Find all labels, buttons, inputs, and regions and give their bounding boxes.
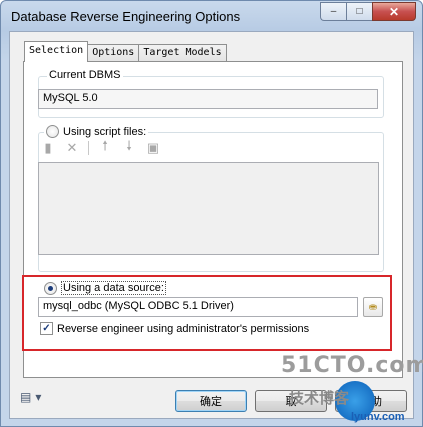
caption-buttons: – □ ✕ bbox=[320, 2, 416, 22]
delete-icon[interactable]: ✕ bbox=[64, 140, 80, 156]
title-bar[interactable]: Database Reverse Engineering Options – □… bbox=[1, 1, 422, 31]
script-files-list[interactable] bbox=[38, 162, 379, 255]
close-button[interactable]: ✕ bbox=[372, 2, 416, 21]
current-dbms-field: MySQL 5.0 bbox=[38, 89, 378, 109]
dialog-window: Database Reverse Engineering Options – □… bbox=[0, 0, 423, 427]
data-source-option[interactable]: Using a data source: bbox=[42, 281, 168, 295]
data-source-radio-label: Using a data source: bbox=[61, 281, 166, 295]
help-button[interactable]: 帮助 bbox=[335, 390, 407, 412]
data-source-field[interactable]: mysql_odbc (MySQL ODBC 5.1 Driver) bbox=[38, 297, 358, 317]
admin-permissions-checkbox[interactable]: ✓ bbox=[40, 322, 53, 335]
database-icon: ⛂ bbox=[368, 301, 378, 313]
script-files-radio-label: Using script files: bbox=[63, 125, 147, 138]
admin-permissions-label: Reverse engineer using administrator's p… bbox=[57, 322, 310, 335]
script-files-toolbar: ▮ ✕ 🠕 🠗 ▣ bbox=[40, 138, 161, 156]
current-dbms-label: Current DBMS bbox=[47, 69, 123, 81]
chevron-down-icon: ▾ bbox=[35, 390, 42, 404]
minimize-button[interactable]: – bbox=[320, 2, 346, 21]
tab-selection[interactable]: Selection bbox=[24, 41, 89, 62]
ok-button[interactable]: 确定 bbox=[175, 390, 247, 412]
admin-permissions-option[interactable]: ✓ Reverse engineer using administrator's… bbox=[40, 322, 309, 335]
tab-target-models[interactable]: Target Models bbox=[138, 44, 227, 62]
move-up-icon[interactable]: 🠕 bbox=[97, 138, 113, 156]
tab-options[interactable]: Options bbox=[87, 44, 140, 62]
add-file-icon[interactable]: ▮ bbox=[40, 140, 56, 156]
move-down-icon[interactable]: 🠗 bbox=[121, 138, 137, 156]
maximize-button[interactable]: □ bbox=[346, 2, 372, 21]
menu-dropdown-button[interactable]: ▤ ▾ bbox=[20, 390, 41, 404]
dialog-client-area: Selection Options Target Models Current … bbox=[9, 31, 414, 419]
cancel-button[interactable]: 取 bbox=[255, 390, 327, 412]
dialog-footer: ▤ ▾ 确定 取 帮助 bbox=[10, 382, 413, 418]
properties-icon[interactable]: ▣ bbox=[145, 140, 161, 156]
window-title: Database Reverse Engineering Options bbox=[11, 9, 241, 24]
toolbar-separator bbox=[88, 141, 89, 155]
script-files-radio[interactable] bbox=[46, 125, 59, 138]
tab-strip: Selection Options Target Models bbox=[24, 40, 227, 62]
browse-data-source-button[interactable]: ⛂ bbox=[363, 297, 383, 317]
list-menu-icon: ▤ bbox=[20, 390, 32, 404]
script-files-option[interactable]: Using script files: bbox=[44, 125, 149, 138]
data-source-radio[interactable] bbox=[44, 281, 57, 295]
